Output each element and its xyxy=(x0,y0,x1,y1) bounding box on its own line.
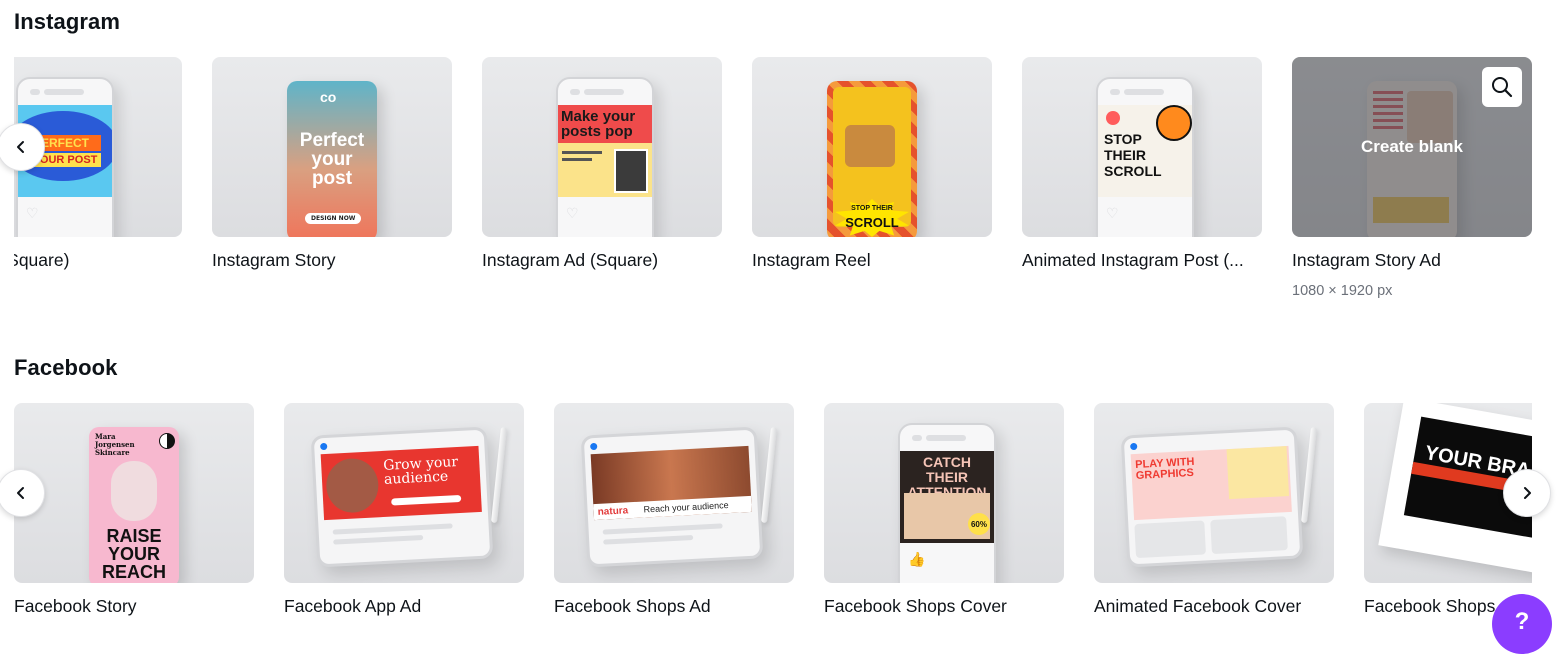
template-card-instagram-ad-square[interactable]: Make your posts pop ♡ Instagram Ad (Squa… xyxy=(482,57,722,270)
stylus-image xyxy=(490,426,508,524)
template-thumbnail[interactable]: Grow your audience xyxy=(284,403,524,583)
template-thumbnail[interactable]: Create blank xyxy=(1292,57,1532,237)
search-button[interactable] xyxy=(1482,67,1522,107)
template-thumbnail[interactable]: PLAY WITH GRAPHICS xyxy=(1094,403,1334,583)
facebook-icon xyxy=(590,442,598,451)
chevron-left-icon xyxy=(17,487,24,499)
portrait-image xyxy=(324,457,380,514)
design-preview: Make your posts pop xyxy=(558,105,652,197)
design-text: RAISE YOUR REACH xyxy=(101,526,166,582)
template-card-instagram-reel[interactable]: STOP THEIR SCROLL Instagram Reel xyxy=(752,57,992,270)
carousel-next-button[interactable] xyxy=(1503,469,1551,517)
design-text: SCROLL xyxy=(845,215,899,230)
template-card-instagram-story[interactable]: co Perfect your post DESIGN NOW Instagra… xyxy=(212,57,452,270)
design-text: DESIGN NOW xyxy=(305,213,362,224)
like-icon: 👍 xyxy=(908,551,926,567)
logo-icon xyxy=(159,433,175,449)
template-title[interactable]: Animated Facebook Cover xyxy=(1094,596,1354,617)
design-preview: CATCH THEIR ATTENTION 60% xyxy=(900,451,994,543)
template-title[interactable]: Facebook Shops Cover xyxy=(824,596,1084,617)
instagram-carousel: ERFECT YOUR POST ♡ m Post (Square) co Pe… xyxy=(14,57,1532,307)
sun-icon xyxy=(1156,105,1192,141)
design-text: Make your posts pop xyxy=(558,105,652,143)
phone-mockup: CATCH THEIR ATTENTION 60% 👍 xyxy=(898,423,996,583)
design-text: 60% xyxy=(968,513,990,535)
chevron-left-icon xyxy=(17,141,24,153)
template-title[interactable]: m Post (Square) xyxy=(14,250,202,271)
tablet-mockup: natura Reach your audience xyxy=(580,426,764,568)
template-thumbnail[interactable]: co Perfect your post DESIGN NOW xyxy=(212,57,452,237)
template-card-facebook-app-ad[interactable]: Grow your audience Facebook App Ad xyxy=(284,403,524,616)
design-text: PLAY WITH GRAPHICS xyxy=(1134,455,1195,482)
facebook-icon xyxy=(320,442,328,451)
tablet-mockup: PLAY WITH GRAPHICS xyxy=(1120,426,1304,568)
template-dimensions: 1080 × 1920 px xyxy=(1292,283,1393,299)
design-text: natura xyxy=(597,505,629,518)
design-preview: natura Reach your audience xyxy=(590,445,752,521)
design-text: STOP THEIR SCROLL xyxy=(1104,131,1162,179)
search-icon xyxy=(1492,77,1513,98)
template-title[interactable]: Facebook Shops Ad xyxy=(554,596,814,617)
help-label[interactable]: ? xyxy=(1515,608,1530,636)
phone-mockup: STOP THEIR SCROLL ♡ xyxy=(1096,77,1194,237)
product-image xyxy=(1226,446,1290,500)
template-title[interactable]: Instagram Reel xyxy=(752,250,1012,271)
logo-icon: co xyxy=(320,89,337,105)
heart-icon: ♡ xyxy=(26,205,39,221)
create-blank-label[interactable]: Create blank xyxy=(1361,137,1463,157)
stylus-image xyxy=(760,426,778,524)
design-preview: Grow your audience xyxy=(320,445,482,521)
template-title[interactable]: Facebook App Ad xyxy=(284,596,544,617)
section-title-facebook: Facebook xyxy=(14,355,118,380)
design-text: Grow your audience xyxy=(382,454,459,488)
design-text: Mara Jorgensen Skincare xyxy=(95,432,135,457)
design-preview: PLAY WITH GRAPHICS xyxy=(1130,445,1292,521)
heart-icon: ♡ xyxy=(566,205,579,221)
design-text: Perfect your post xyxy=(299,130,365,189)
template-thumbnail[interactable]: Mara Jorgensen Skincare RAISE YOUR REACH xyxy=(14,403,254,583)
facebook-icon xyxy=(1130,442,1138,451)
portrait-image xyxy=(614,149,648,193)
design-preview: co Perfect your post DESIGN NOW xyxy=(287,81,377,237)
help-button[interactable]: ? xyxy=(1492,594,1552,654)
template-thumbnail[interactable]: STOP THEIR SCROLL ♡ xyxy=(1022,57,1262,237)
phone-mockup: Make your posts pop ♡ xyxy=(556,77,654,237)
design-preview: STOP THEIR SCROLL xyxy=(827,81,917,237)
design-preview: STOP THEIR SCROLL xyxy=(1098,105,1192,197)
template-card-facebook-shops-cover[interactable]: CATCH THEIR ATTENTION 60% 👍 Facebook Sho… xyxy=(824,403,1064,616)
heart-icon: ♡ xyxy=(1106,205,1119,221)
template-thumbnail[interactable]: Make your posts pop ♡ xyxy=(482,57,722,237)
design-preview: Mara Jorgensen Skincare RAISE YOUR REACH xyxy=(89,427,179,583)
template-title[interactable]: Instagram Story Ad xyxy=(1292,250,1532,271)
template-card-animated-instagram-post[interactable]: STOP THEIR SCROLL ♡ Animated Instagram P… xyxy=(1022,57,1262,270)
template-card-instagram-story-ad[interactable]: Create blank Instagram Story Ad 1080 × 1… xyxy=(1292,57,1532,299)
apple-icon xyxy=(1106,111,1120,125)
bag-image xyxy=(845,125,895,167)
template-thumbnail[interactable]: STOP THEIR SCROLL xyxy=(752,57,992,237)
template-thumbnail[interactable]: natura Reach your audience xyxy=(554,403,794,583)
template-title[interactable]: Animated Instagram Post (... xyxy=(1022,250,1282,271)
chevron-right-icon xyxy=(1524,487,1531,499)
section-title-instagram: Instagram xyxy=(14,9,121,34)
stylus-image xyxy=(1300,426,1318,524)
template-card-facebook-shops-ad[interactable]: natura Reach your audience Facebook Shop… xyxy=(554,403,794,616)
facebook-carousel: Mara Jorgensen Skincare RAISE YOUR REACH… xyxy=(14,403,1532,653)
template-title[interactable]: Instagram Ad (Square) xyxy=(482,250,742,271)
template-thumbnail[interactable]: CATCH THEIR ATTENTION 60% 👍 xyxy=(824,403,1064,583)
template-card-facebook-story[interactable]: Mara Jorgensen Skincare RAISE YOUR REACH… xyxy=(14,403,254,616)
template-card-animated-facebook-cover[interactable]: PLAY WITH GRAPHICS Animated Facebook Cov… xyxy=(1094,403,1334,616)
template-title[interactable]: Facebook Story xyxy=(14,596,274,617)
product-image xyxy=(111,461,157,521)
tablet-mockup: Grow your audience xyxy=(310,426,494,568)
template-title[interactable]: Instagram Story xyxy=(212,250,472,271)
design-text: STOP THEIR xyxy=(851,205,893,212)
